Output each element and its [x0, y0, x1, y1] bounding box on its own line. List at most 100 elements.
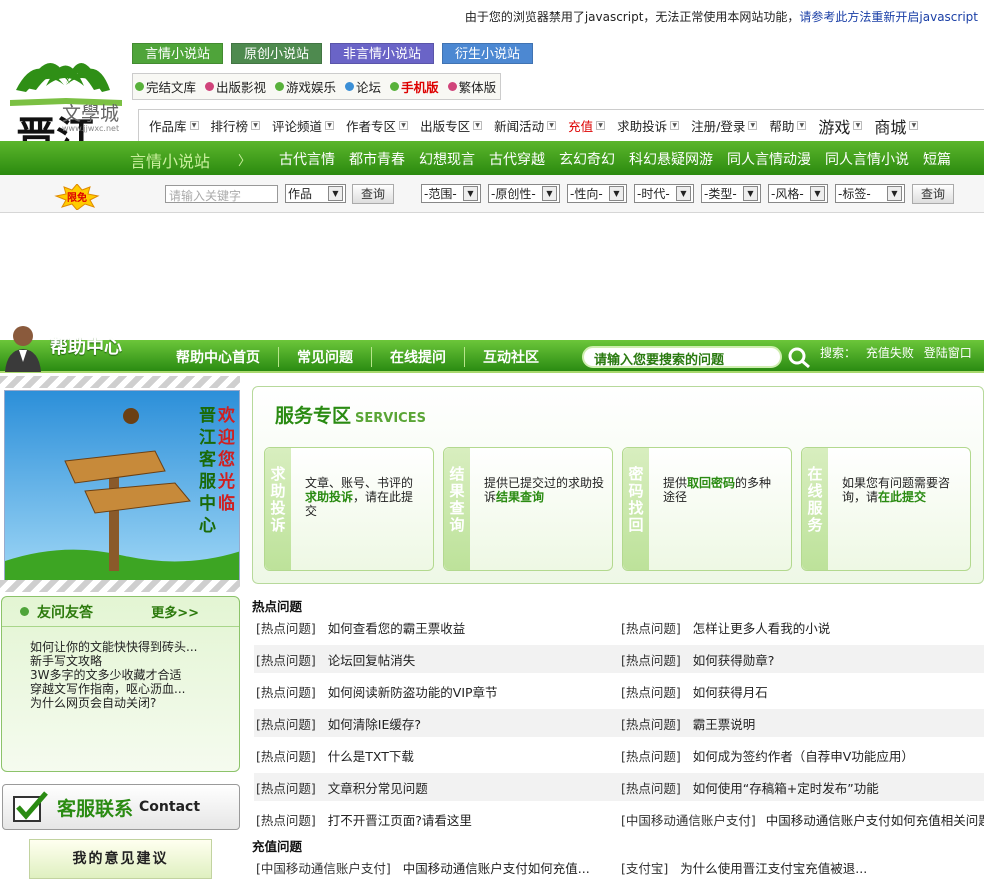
help-nav-community[interactable]: 互动社区: [464, 347, 557, 367]
keyword-input[interactable]: 请输入关键字: [165, 185, 278, 203]
question-cell[interactable]: [中国移动通信账户支付] 中国移动通信账户支付如何充值相关问题: [619, 805, 984, 833]
list-item[interactable]: 3W多字的文多少收藏才合适: [30, 668, 239, 682]
nav-zuozhe[interactable]: 作者专区 ▼: [346, 116, 409, 135]
dropdown-caret-icon: ▼: [596, 121, 606, 130]
question-cell[interactable]: [热点问题] 霸王票说明: [619, 709, 984, 737]
dropdown-caret-icon: ▼: [797, 121, 807, 130]
service-card-tag: 结果查询: [444, 448, 470, 570]
suggestion-button[interactable]: 我的意见建议: [29, 839, 212, 879]
quick-links: 完结文库 出版影视 游戏娱乐 论坛 手机版 繁体版: [132, 73, 501, 100]
tab-feiyanqing[interactable]: 非言情小说站: [330, 43, 435, 64]
nav-pinglun[interactable]: 评论频道 ▼: [272, 116, 335, 135]
service-card-complaint[interactable]: 求助投诉 文章、账号、书评的求助投诉，请在此提交: [264, 447, 434, 571]
list-item[interactable]: 如何让你的文能快快得到砖头...: [30, 640, 239, 654]
table-row: [热点问题] 如何查看您的霸王票收益 [热点问题] 怎样让更多人看我的小说: [254, 613, 984, 641]
service-card-tag: 密码找回: [623, 448, 649, 570]
question-cell[interactable]: [热点问题] 什么是TXT下载: [254, 741, 619, 769]
customer-service-avatar-icon: [3, 322, 43, 372]
question-cell[interactable]: [热点问题] 如何查看您的霸王票收益: [254, 613, 619, 641]
category-item[interactable]: 幻想现言: [419, 149, 475, 169]
quick-link-luntan[interactable]: 论坛: [345, 77, 381, 96]
category-item[interactable]: 古代穿越: [489, 149, 545, 169]
filter-era-select[interactable]: -时代- ▼: [634, 184, 694, 203]
question-cell[interactable]: [热点问题] 如何获得月石: [619, 677, 984, 705]
list-item[interactable]: 穿越文写作指南，呕心沥血...: [30, 682, 239, 696]
quick-link-chuban[interactable]: 出版影视: [205, 77, 266, 96]
welcome-banner: 晋江客服中心 欢迎您光临: [4, 390, 240, 582]
question-cell[interactable]: [热点问题] 打不开晋江页面?请看这里: [254, 805, 619, 833]
category-item[interactable]: 同人言情动漫: [727, 149, 811, 169]
category-item[interactable]: 短篇: [923, 149, 951, 169]
question-cell[interactable]: [中国移动通信账户支付] 中国移动通信账户支付如何充值...: [254, 853, 619, 881]
nav-chuban[interactable]: 出版专区 ▼: [420, 116, 483, 135]
contact-en: Contact: [139, 799, 201, 815]
service-card-result[interactable]: 结果查询 提供已提交过的求助投诉结果查询: [443, 447, 613, 571]
filter-original-select[interactable]: -原创性- ▼: [488, 184, 560, 203]
nav-shop[interactable]: 商城 ▼: [874, 114, 919, 138]
nav-chongzhi[interactable]: 充值 ▼: [568, 116, 606, 135]
question-cell[interactable]: [支付宝] 为什么使用晋江支付宝充值被退...: [619, 853, 984, 881]
service-card-online[interactable]: 在线服务 如果您有问题需要咨询，请在此提交: [801, 447, 971, 571]
table-row: [热点问题] 如何阅读新防盗功能的VIP章节 [热点问题] 如何获得月石: [254, 677, 984, 705]
list-item[interactable]: 新手写文攻略: [30, 654, 239, 668]
table-row: [热点问题] 打不开晋江页面?请看这里 [中国移动通信账户支付] 中国移动通信账户支…: [254, 805, 984, 833]
question-cell[interactable]: [热点问题] 如何使用“存稿箱+定时发布”功能: [619, 773, 984, 801]
service-card-password[interactable]: 密码找回 提供取回密码的多种途径: [622, 447, 792, 571]
question-cell[interactable]: [热点问题] 如何清除IE缓存?: [254, 709, 619, 737]
faq-more-link[interactable]: 更多>>: [151, 602, 199, 621]
filter-search-button[interactable]: 查询: [912, 184, 955, 204]
tab-yansheng[interactable]: 衍生小说站: [442, 43, 534, 64]
faq-list: 如何让你的文能快快得到砖头... 新手写文攻略 3W多字的文多少收藏才合适 穿越…: [2, 627, 239, 710]
question-cell[interactable]: [热点问题] 文章积分常见问题: [254, 773, 619, 801]
help-nav-home[interactable]: 帮助中心首页: [176, 347, 278, 367]
nav-help[interactable]: 帮助 ▼: [769, 116, 807, 135]
nav-xinwen[interactable]: 新闻活动 ▼: [494, 116, 557, 135]
free-badge[interactable]: 限免: [52, 183, 102, 211]
category-item[interactable]: 同人言情小说: [825, 149, 909, 169]
help-nav-ask[interactable]: 在线提问: [371, 347, 464, 367]
quick-link-youxi[interactable]: 游戏娱乐: [275, 77, 336, 96]
question-cell[interactable]: [热点问题] 论坛回复帖消失: [254, 645, 619, 673]
question-cell[interactable]: [热点问题] 如何阅读新防盗功能的VIP章节: [254, 677, 619, 705]
hot-link-recharge-fail[interactable]: 充值失败: [866, 346, 914, 360]
tab-yanqing[interactable]: 言情小说站: [132, 43, 224, 64]
service-card-desc: 提供取回密码的多种途径: [663, 476, 772, 504]
list-item[interactable]: 为什么网页会自动关闭?: [30, 696, 239, 710]
filter-type-select[interactable]: -类型- ▼: [701, 184, 761, 203]
nav-paihang[interactable]: 排行榜 ▼: [211, 116, 261, 135]
help-search-input[interactable]: 请输入您要搜索的问题: [582, 346, 782, 368]
quick-link-wanjie[interactable]: 完结文库: [135, 77, 196, 96]
table-row: [热点问题] 如何清除IE缓存? [热点问题] 霸王票说明: [254, 709, 984, 737]
dropdown-caret-icon: ▼: [399, 121, 409, 130]
search-type-select[interactable]: 作品 ▼: [285, 184, 346, 203]
hot-link-login-window[interactable]: 登陆窗口: [924, 346, 972, 360]
search-button[interactable]: 查询: [352, 184, 395, 204]
tab-yuanchuang[interactable]: 原创小说站: [231, 43, 323, 64]
notice-link[interactable]: 请参考此方法重新开启javascript: [799, 10, 978, 24]
nav-games[interactable]: 游戏 ▼: [818, 114, 863, 138]
category-item[interactable]: 玄幻奇幻: [559, 149, 615, 169]
filter-tag-select[interactable]: -标签- ▼: [835, 184, 905, 203]
category-site-label[interactable]: 言情小说站: [130, 148, 210, 172]
services-panel: 服务专区 SERVICES 求助投诉 文章、账号、书评的求助投诉，请在此提交 结果…: [252, 386, 984, 584]
search-icon[interactable]: [784, 344, 814, 370]
category-item[interactable]: 古代言情: [279, 149, 335, 169]
quick-link-fanti[interactable]: 繁体版: [447, 77, 496, 96]
quick-link-mobile[interactable]: 手机版: [390, 77, 439, 96]
category-item[interactable]: 都市青春: [349, 149, 405, 169]
filter-scope-select[interactable]: -范围- ▼: [421, 184, 481, 203]
filter-style-select[interactable]: -风格- ▼: [768, 184, 828, 203]
filter-orientation-select[interactable]: -性向- ▼: [567, 184, 627, 203]
category-item[interactable]: 科幻悬疑网游: [629, 149, 713, 169]
table-row: [热点问题] 文章积分常见问题 [热点问题] 如何使用“存稿箱+定时发布”功能: [254, 773, 984, 801]
help-nav-faq[interactable]: 常见问题: [278, 347, 371, 367]
question-cell[interactable]: [热点问题] 怎样让更多人看我的小说: [619, 613, 984, 641]
nav-qiuzhu[interactable]: 求助投诉 ▼: [617, 116, 680, 135]
question-cell[interactable]: [热点问题] 如何获得勋章?: [619, 645, 984, 673]
nav-zuopinku[interactable]: 作品库 ▼: [149, 116, 199, 135]
nav-login[interactable]: 注册/登录 ▼: [691, 116, 758, 135]
help-center-title: 帮助中心: [50, 337, 122, 358]
notice-text: 由于您的浏览器禁用了javascript，无法正常使用本网站功能，: [464, 10, 800, 24]
contact-button[interactable]: 客服联系 Contact: [2, 784, 240, 830]
question-cell[interactable]: [热点问题] 如何成为签约作者（自荐申V功能应用）: [619, 741, 984, 769]
